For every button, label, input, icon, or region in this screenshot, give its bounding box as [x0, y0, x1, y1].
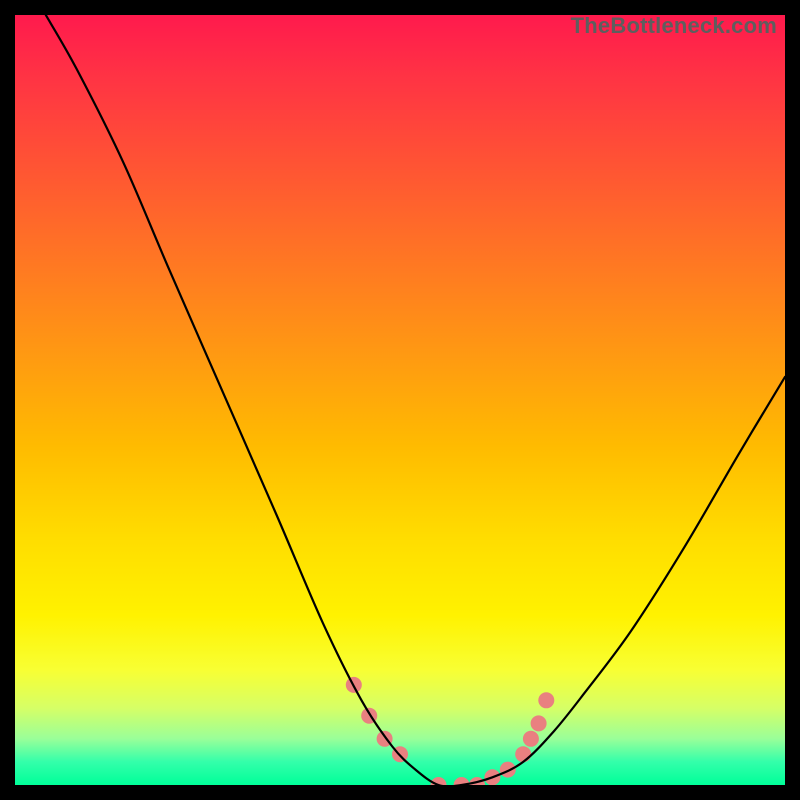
highlight-dot: [531, 715, 547, 731]
marker-group: [346, 677, 555, 785]
highlight-dot: [515, 746, 531, 762]
highlight-dot: [500, 762, 516, 778]
highlight-dot: [431, 777, 447, 785]
highlight-dot: [523, 731, 539, 747]
highlight-dot: [538, 692, 554, 708]
chart-frame: TheBottleneck.com: [15, 15, 785, 785]
chart-svg: [15, 15, 785, 785]
bottleneck-curve: [46, 15, 785, 785]
watermark-text: TheBottleneck.com: [571, 13, 777, 39]
